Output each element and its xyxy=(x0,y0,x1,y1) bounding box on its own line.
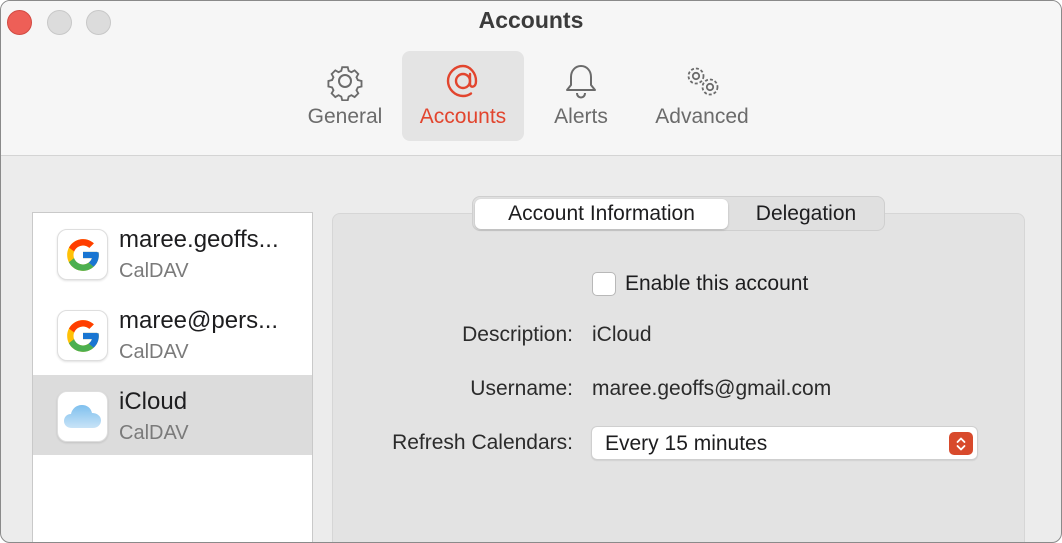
enable-account-checkbox[interactable] xyxy=(592,272,616,296)
description-label: Description: xyxy=(462,323,573,346)
google-icon xyxy=(57,310,108,361)
tab-alerts[interactable]: Alerts xyxy=(541,51,621,141)
enable-account-label: Enable this account xyxy=(625,272,809,295)
tab-account-information[interactable]: Account Information xyxy=(475,199,728,229)
description-value[interactable]: iCloud xyxy=(592,323,652,347)
tab-general-label: General xyxy=(307,105,383,128)
account-type: CalDAV xyxy=(119,260,189,282)
account-type: CalDAV xyxy=(119,341,189,363)
tab-delegation[interactable]: Delegation xyxy=(730,199,882,229)
tab-accounts-label: Accounts xyxy=(419,105,507,128)
preferences-window: Accounts General Accounts Alerts Advance… xyxy=(0,0,1062,543)
enable-account-row: Enable this account xyxy=(592,271,808,297)
username-value[interactable]: maree.geoffs@gmail.com xyxy=(592,377,831,401)
tab-alerts-label: Alerts xyxy=(554,105,608,128)
account-name: maree.geoffs... xyxy=(119,226,279,253)
bell-icon xyxy=(541,61,621,101)
account-name: maree@pers... xyxy=(119,307,279,334)
tab-general[interactable]: General xyxy=(299,51,391,141)
account-list: maree.geoffs... CalDAV maree@pers... Cal… xyxy=(32,212,313,542)
icloud-icon xyxy=(57,391,108,442)
tab-advanced-label: Advanced xyxy=(655,105,749,128)
at-sign-icon xyxy=(402,61,524,101)
select-stepper-icon xyxy=(949,432,973,455)
tab-advanced[interactable]: Advanced xyxy=(641,51,763,141)
window-title: Accounts xyxy=(478,7,584,33)
google-icon xyxy=(57,229,108,280)
segmented-control: Account Information Delegation xyxy=(472,196,885,231)
refresh-calendars-select[interactable]: Every 15 minutes xyxy=(591,426,978,460)
account-row[interactable]: maree@pers... CalDAV xyxy=(33,294,312,374)
refresh-calendars-value: Every 15 minutes xyxy=(605,432,768,455)
account-type: CalDAV xyxy=(119,422,189,444)
account-name: iCloud xyxy=(119,388,188,415)
refresh-calendars-label: Refresh Calendars: xyxy=(392,431,573,454)
username-label: Username: xyxy=(470,377,573,400)
gear-icon xyxy=(299,61,391,101)
account-row[interactable]: maree.geoffs... CalDAV xyxy=(33,213,312,293)
account-row-selected[interactable]: iCloud CalDAV xyxy=(33,375,312,455)
tab-accounts[interactable]: Accounts xyxy=(402,51,524,141)
gears-icon xyxy=(641,61,763,101)
toolbar: Accounts General Accounts Alerts Advance… xyxy=(1,1,1061,156)
